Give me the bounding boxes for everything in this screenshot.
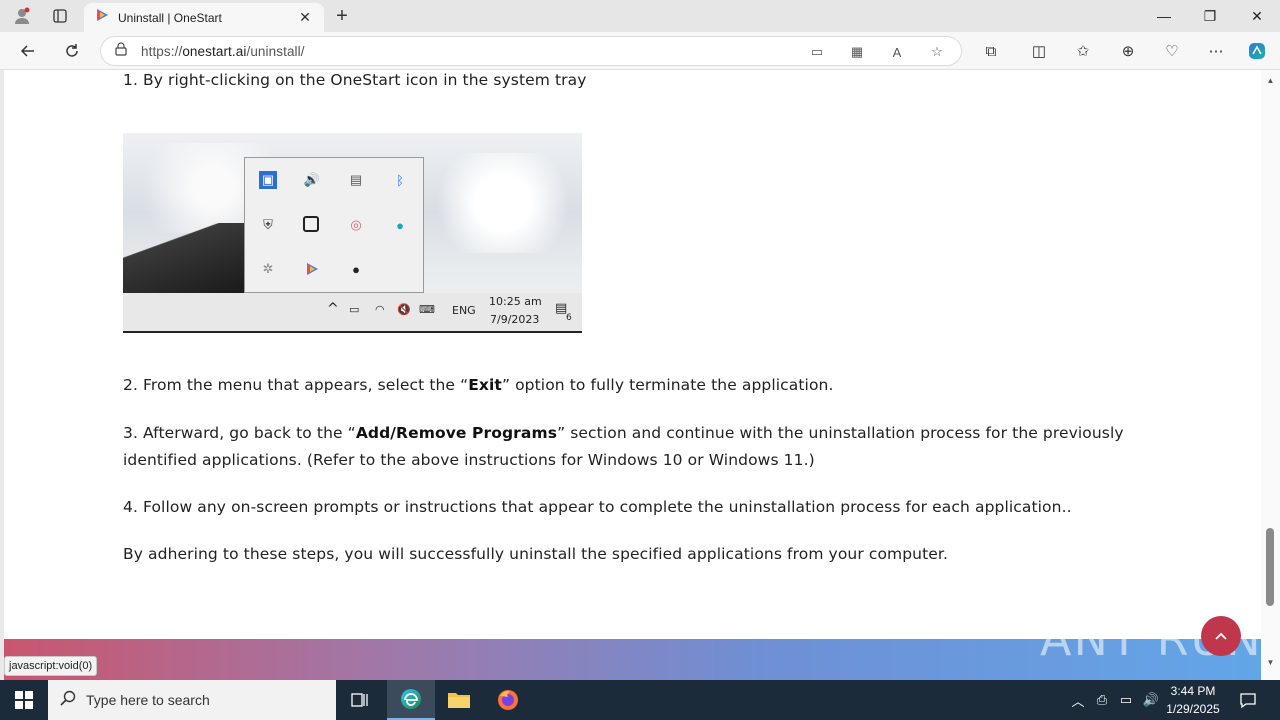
step-3-text: 3. Afterward, go back to the “Add/Remove… (123, 424, 1124, 442)
mute-icon: 🔇 (397, 303, 411, 316)
favorites-icon[interactable]: ✩ (1072, 36, 1094, 66)
show-hidden-icons-chevron-icon[interactable]: ︿ (1068, 680, 1088, 720)
network-status-icon[interactable]: ▭ (1116, 680, 1136, 720)
tray-overflow-panel: ▣ 🔊 ▤ ᛒ ⛨ ◎ ● ✲ ● (244, 157, 424, 293)
security-icon: ⛨ (263, 217, 273, 232)
loading-icon: ✲ (262, 261, 274, 276)
scrollbar-thumb[interactable] (1266, 528, 1274, 606)
favorite-star-icon[interactable]: ☆ (927, 43, 947, 61)
step-1-text: 1. By right-clicking on the OneStart ico… (123, 71, 587, 89)
notifications-icon[interactable] (1236, 680, 1260, 720)
onestart-favicon-icon (94, 7, 110, 28)
scroll-down-arrow-icon[interactable]: ▼ (1265, 658, 1276, 668)
closing-text: By adhering to these steps, you will suc… (123, 545, 948, 563)
address-bar[interactable]: https://onestart.ai/uninstall/ ▭ ▦ A ☆ (100, 36, 962, 66)
language-indicator: ENG (452, 304, 476, 317)
step-2-text: 2. From the menu that appears, select th… (123, 376, 834, 394)
bluetooth-icon: ᛒ (396, 172, 404, 188)
refresh-button[interactable] (57, 36, 87, 66)
split-screen-icon[interactable]: ◫ (1028, 36, 1050, 66)
cloud-background (423, 153, 582, 253)
edge-taskbar-button[interactable] (387, 680, 435, 720)
file-explorer-button[interactable] (435, 680, 483, 720)
notification-count: 6 (566, 313, 572, 323)
clock-time: 3:44 PM (1170, 684, 1216, 698)
tray-time: 10:25 am (489, 295, 542, 308)
page-viewport: 1. By right-clicking on the OneStart ico… (0, 70, 1280, 680)
start-button[interactable] (0, 680, 48, 720)
display-icon: ▣ (259, 171, 277, 189)
speaker-icon: 🔊 (303, 172, 321, 187)
step-3-text-line2: identified applications. (Refer to the a… (123, 451, 815, 469)
settings-more-icon[interactable]: ⋯ (1205, 36, 1227, 66)
battery-icon: ▭ (349, 303, 360, 316)
search-placeholder: Type here to search (86, 692, 210, 708)
page-left-edge (0, 70, 4, 680)
network-icon: ▤ (349, 172, 363, 187)
copilot-icon[interactable] (1246, 36, 1268, 66)
extensions-icon[interactable]: ⧉ (980, 36, 1002, 66)
back-to-top-button[interactable] (1201, 616, 1241, 656)
teamviewer-icon (303, 216, 319, 232)
step-4-text: 4. Follow any on-screen prompts or instr… (123, 498, 1072, 516)
profile-icon[interactable] (6, 2, 38, 30)
minimize-button[interactable]: — (1141, 0, 1187, 32)
app-available-icon[interactable]: ▭ (807, 43, 827, 61)
read-aloud-icon[interactable]: A (887, 43, 907, 61)
tab-uninstall-onestart[interactable]: Uninstall | OneStart ✕ (84, 3, 324, 32)
embedded-taskbar: ^ ▭ ◠ 🔇 ⌨ ENG 10:25 am 7/9/2023 ▤ 6 (123, 293, 582, 331)
tab-actions-icon[interactable] (44, 2, 76, 30)
new-tab-button[interactable]: + (328, 2, 356, 30)
vertical-scrollbar[interactable]: ▲ ▼ (1261, 70, 1280, 680)
task-view-button[interactable] (336, 680, 384, 720)
status-url-tooltip: javascript:void(0) (4, 656, 98, 676)
keyboard-icon: ⌨ (419, 303, 435, 316)
tab-title: Uninstall | OneStart (118, 10, 222, 25)
taskbar-clock[interactable]: 3:44 PM 1/29/2025 (1160, 682, 1226, 718)
rock-background (123, 223, 244, 293)
tab-close-icon[interactable]: ✕ (296, 9, 314, 26)
back-button[interactable] (13, 36, 43, 66)
app-dark-icon: ● (352, 261, 360, 277)
browser-essentials-icon[interactable]: ♡ (1161, 36, 1183, 66)
qr-code-icon[interactable]: ▦ (847, 43, 867, 61)
tray-date: 7/9/2023 (490, 313, 540, 326)
lock-icon[interactable] (115, 41, 127, 61)
close-window-button[interactable]: ✕ (1234, 0, 1280, 32)
url-text: https://onestart.ai/uninstall/ (141, 43, 305, 59)
app-tray-icon: ◎ (350, 217, 362, 232)
tab-strip: Uninstall | OneStart ✕ + — ❐ ✕ (0, 0, 1280, 32)
search-icon (60, 690, 76, 711)
chevron-up-icon: ^ (327, 301, 339, 317)
volume-icon[interactable]: 🔊 (1140, 680, 1162, 720)
device-icon[interactable]: ⎙ (1092, 680, 1112, 720)
windows-taskbar: Type here to search ︿ ⎙ ▭ 🔊 3:44 PM 1/29… (0, 680, 1280, 720)
collections-icon[interactable]: ⊕ (1117, 36, 1139, 66)
globe-icon: ● (396, 217, 404, 233)
firefox-button[interactable] (484, 680, 532, 720)
system-tray-screenshot: ▣ 🔊 ▤ ᛒ ⛨ ◎ ● ✲ ● ^ ▭ ◠ 🔇 ⌨ ENG 10:25 am… (123, 133, 582, 333)
navigation-bar: https://onestart.ai/uninstall/ ▭ ▦ A ☆ ⧉… (0, 32, 1280, 70)
restore-button[interactable]: ❐ (1187, 0, 1233, 32)
clock-date: 1/29/2025 (1166, 702, 1220, 716)
taskbar-search-box[interactable]: Type here to search (48, 680, 336, 720)
wifi-icon: ◠ (375, 303, 385, 316)
onestart-tray-icon (303, 260, 321, 278)
scroll-up-arrow-icon[interactable]: ▲ (1265, 76, 1276, 86)
